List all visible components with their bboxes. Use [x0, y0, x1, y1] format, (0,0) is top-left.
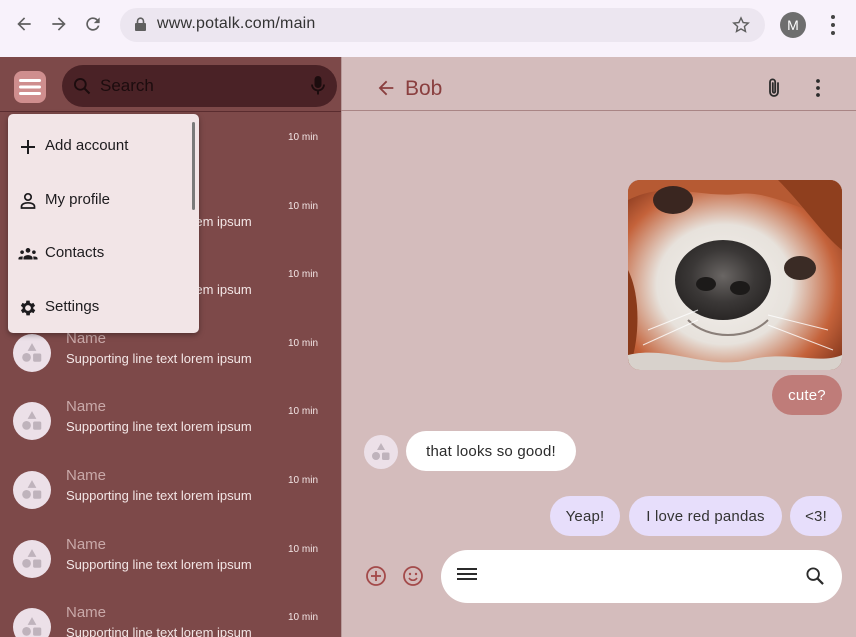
group-icon [18, 244, 38, 264]
back-arrow-icon[interactable] [375, 77, 397, 104]
header-divider [341, 110, 856, 111]
shapes-icon [22, 617, 42, 636]
lock-icon[interactable] [134, 17, 147, 37]
gear-icon [18, 298, 38, 318]
search-input[interactable]: Search [100, 76, 154, 96]
avatar [13, 402, 51, 441]
shapes-icon [22, 342, 42, 362]
menu-item-contacts[interactable]: Contacts [8, 234, 193, 274]
conversation-time: 10 min [288, 406, 319, 418]
panel-divider [341, 57, 342, 637]
conversation-time: 10 min [288, 475, 319, 486]
sidebar-divider [0, 111, 341, 112]
conversation-preview: Supporting line text lorem ipsum [66, 556, 252, 572]
outgoing-message[interactable]: <3! [790, 496, 842, 536]
menu-item-label: My profile [45, 191, 111, 208]
conversation-time: 10 min [288, 543, 319, 555]
search-icon[interactable] [804, 565, 826, 592]
conversation-preview: Supporting line text lorem ipsum [66, 350, 252, 366]
reload-icon[interactable] [81, 12, 105, 36]
menu-item-label: Contacts [45, 244, 105, 261]
incoming-message[interactable]: that looks so good! [406, 431, 576, 471]
avatar [13, 471, 51, 509]
url-text[interactable]: www.potalk.com/main [157, 15, 316, 33]
conversation-name: Name [66, 467, 107, 484]
message-composer[interactable] [441, 550, 842, 603]
outgoing-message[interactable]: I love red pandas [629, 496, 782, 536]
menu-item-add-account[interactable]: Add account [8, 127, 193, 167]
hamburger-menu-button[interactable] [14, 71, 46, 103]
plus-icon [18, 137, 38, 157]
address-bar[interactable]: www.potalk.com/main [120, 8, 765, 42]
account-menu: Add account My profile Contacts Settings [8, 114, 199, 333]
profile-avatar[interactable]: M [780, 12, 806, 38]
forward-arrow-icon[interactable] [47, 12, 71, 36]
chat-panel: Bob cute? that looks so good! Yeap! I lo… [341, 57, 856, 637]
kebab-menu-icon[interactable] [826, 13, 840, 42]
star-icon[interactable] [731, 15, 751, 40]
conversation-time: 10 min [288, 269, 319, 281]
photo-message[interactable] [628, 180, 842, 370]
shapes-icon [22, 548, 42, 568]
conversation-name: Name [66, 604, 107, 622]
conversation-item[interactable]: Name Supporting line text lorem ipsum 10 m… [0, 526, 341, 594]
mic-icon[interactable] [311, 75, 325, 102]
emoji-icon[interactable] [402, 565, 424, 592]
search-bar[interactable]: Search [62, 65, 337, 107]
chat-contact-name: Bob [405, 77, 443, 100]
conversation-name: Name [66, 398, 107, 416]
person-icon [18, 191, 38, 211]
conversation-item[interactable]: Name Supporting line text lorem ipsum 10 m… [0, 457, 341, 525]
conversation-name: Name [66, 535, 107, 553]
menu-icon[interactable] [457, 566, 477, 587]
conversation-preview: Supporting line text lorem ipsum [66, 419, 252, 435]
conversation-preview: Supporting line text lorem ipsum [66, 488, 252, 503]
shapes-icon [22, 480, 42, 499]
conversation-time: 10 min [288, 200, 319, 212]
back-arrow-icon[interactable] [12, 12, 36, 36]
conversation-time: 10 min [288, 612, 319, 624]
shapes-icon [22, 411, 42, 431]
outgoing-message[interactable]: cute? [772, 375, 842, 415]
menu-item-my-profile[interactable]: My profile [8, 181, 193, 221]
conversation-preview: Supporting line text lorem ipsum [66, 625, 252, 637]
outgoing-message[interactable]: Yeap! [550, 496, 620, 536]
add-circle-icon[interactable] [365, 565, 387, 592]
more-options-icon[interactable] [811, 78, 825, 103]
avatar[interactable] [364, 435, 398, 469]
avatar [13, 608, 51, 637]
conversation-item[interactable]: Name Supporting line text lorem ipsum 10 m… [0, 594, 341, 637]
avatar [13, 333, 51, 372]
paperclip-icon[interactable] [764, 77, 784, 104]
conversation-item[interactable]: Name Supporting line text lorem ipsum 10 m… [0, 388, 341, 456]
menu-item-label: Add account [45, 137, 129, 154]
search-icon [72, 76, 92, 101]
shapes-icon [372, 443, 390, 460]
conversation-time: 10 min [288, 132, 319, 143]
hamburger-icon [19, 79, 41, 95]
menu-item-label: Settings [45, 298, 100, 315]
avatar [13, 539, 51, 578]
conversation-time: 10 min [288, 337, 319, 349]
browser-toolbar: www.potalk.com/main M [0, 0, 856, 57]
menu-item-settings[interactable]: Settings [8, 288, 193, 328]
